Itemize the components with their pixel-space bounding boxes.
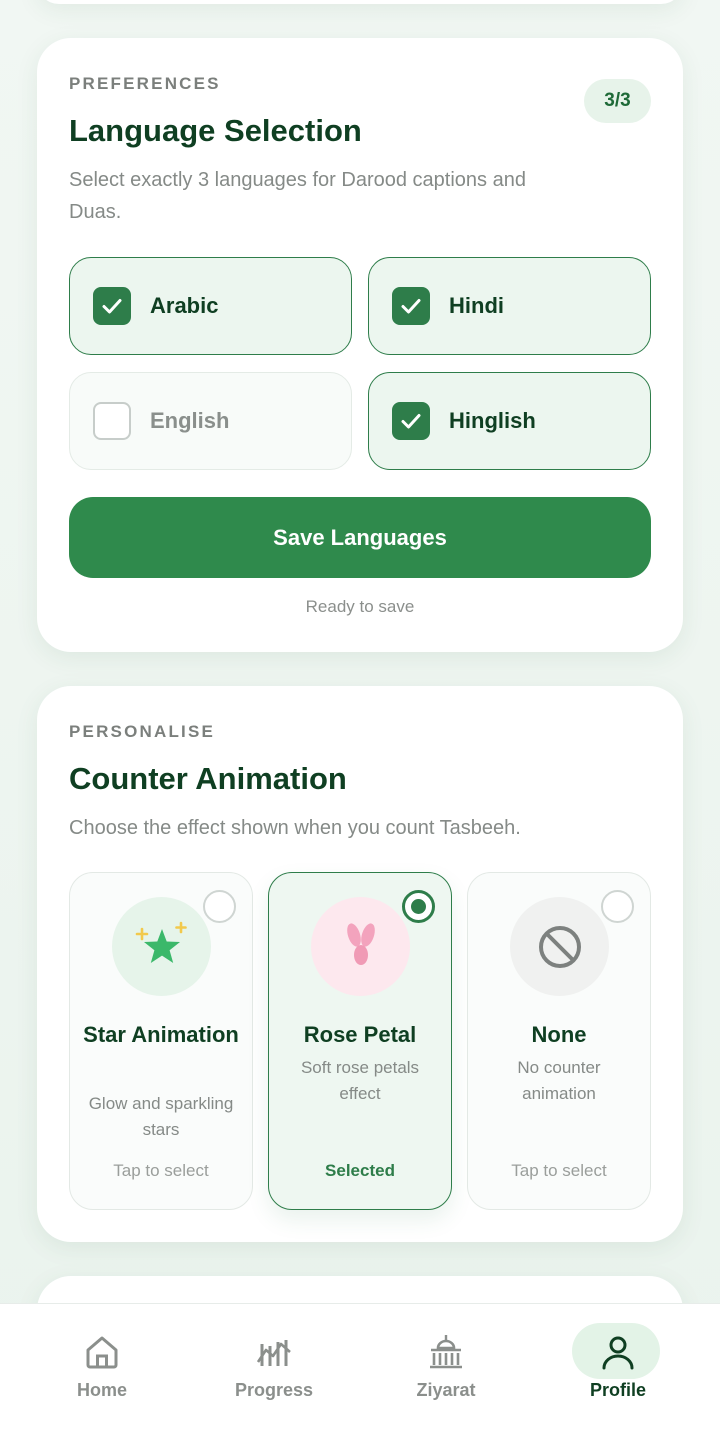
nav-item-progress[interactable]: Progress (219, 1322, 329, 1422)
animation-status: Tap to select (511, 1161, 607, 1180)
animation-description: No counter animation (517, 1058, 601, 1103)
animation-status: Tap to select (113, 1161, 209, 1180)
language-selection-card: PREFERENCES 3/3 Language Selection Selec… (37, 38, 683, 652)
section-eyebrow: PERSONALISE (69, 722, 216, 741)
previous-card (37, 0, 683, 4)
animation-name: Star Animation (83, 1022, 239, 1047)
section-subtitle: Select exactly 3 languages for Darood ca… (69, 169, 526, 223)
animation-name: None (531, 1022, 587, 1047)
nav-item-profile[interactable]: Profile (563, 1322, 673, 1422)
checkbox-unchecked-icon[interactable] (93, 402, 131, 440)
language-option-hinglish[interactable]: Hinglish (368, 372, 651, 470)
animation-option-none[interactable]: None No counter animation Tap to select (467, 872, 651, 1210)
star-icon (112, 897, 211, 996)
checkbox-checked-icon[interactable] (93, 287, 131, 325)
language-label: Arabic (150, 293, 219, 318)
bottom-navigation: Home Progress Ziyarat Profile (0, 1303, 720, 1435)
language-label: English (150, 408, 230, 433)
animation-option-rose-petal[interactable]: Rose Petal Soft rose petals effect Selec… (268, 872, 452, 1210)
nav-item-ziyarat[interactable]: Ziyarat (391, 1322, 501, 1422)
language-label: Hindi (449, 293, 504, 318)
animation-name: Rose Petal (303, 1022, 417, 1047)
radio-unselected-icon[interactable] (203, 890, 236, 923)
save-languages-button[interactable]: Save Languages (69, 497, 651, 578)
animation-status: Selected (325, 1161, 395, 1180)
section-subtitle: Choose the effect shown when you count T… (69, 817, 521, 839)
language-option-arabic[interactable]: Arabic (69, 257, 352, 355)
radio-unselected-icon[interactable] (601, 890, 634, 923)
home-icon (86, 1336, 118, 1369)
language-option-english[interactable]: English (69, 372, 352, 470)
mosque-icon (430, 1335, 462, 1369)
counter-animation-card: PERSONALISE Counter Animation Choose the… (37, 686, 683, 1242)
checkbox-checked-icon[interactable] (392, 287, 430, 325)
nav-label: Ziyarat (416, 1380, 476, 1400)
nav-label: Progress (234, 1380, 314, 1400)
no-animation-icon (510, 897, 609, 996)
animation-option-star[interactable]: Star Animation Glow and sparkling stars … (69, 872, 253, 1210)
progress-icon (256, 1340, 291, 1366)
selected-count-badge: 3/3 (584, 79, 651, 123)
rose-petal-icon (311, 897, 410, 996)
animation-description: Glow and sparkling stars (88, 1094, 234, 1139)
animation-description: Soft rose petals effect (300, 1058, 420, 1103)
nav-item-home[interactable]: Home (47, 1322, 157, 1422)
profile-settings-screen: PREFERENCES 3/3 Language Selection Selec… (0, 0, 720, 1435)
nav-label: Profile (589, 1380, 646, 1400)
language-label: Hinglish (449, 408, 536, 433)
save-status-text: Ready to save (305, 597, 415, 616)
nav-label: Home (76, 1380, 127, 1400)
section-title: Language Selection (69, 113, 362, 148)
language-option-hindi[interactable]: Hindi (368, 257, 651, 355)
checkbox-checked-icon[interactable] (392, 402, 430, 440)
section-title: Counter Animation (69, 761, 347, 796)
section-eyebrow: PREFERENCES (69, 74, 221, 93)
profile-icon (602, 1336, 634, 1370)
radio-selected-icon[interactable] (402, 890, 435, 923)
